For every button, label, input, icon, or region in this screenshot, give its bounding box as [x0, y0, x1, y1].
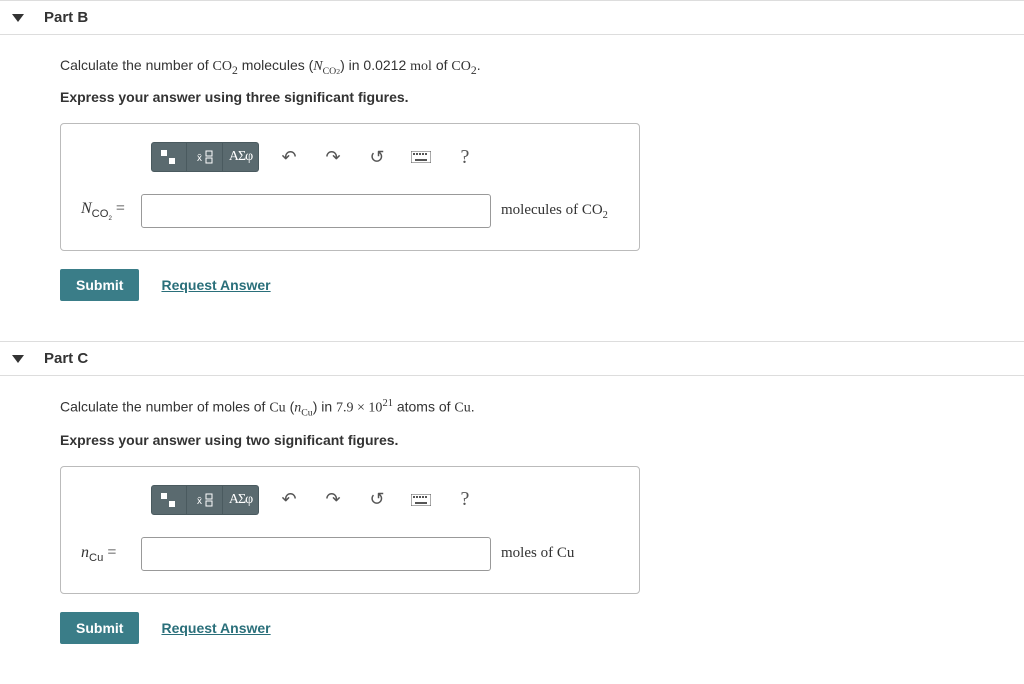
templates-icon[interactable] — [151, 485, 187, 515]
fraction-icon[interactable]: x̄ — [187, 142, 223, 172]
fraction-icon[interactable]: x̄ — [187, 485, 223, 515]
part-b-answer-box: x̄ ΑΣφ ↶ ↷ ↺ ? NCO2 = — [60, 123, 640, 251]
part-b-actions: Submit Request Answer — [60, 269, 964, 301]
part-c-unit-label: moles of Cu — [501, 545, 574, 562]
greek-symbols-button[interactable]: ΑΣφ — [223, 142, 259, 172]
collapse-arrow-icon — [12, 14, 24, 22]
part-c-title: Part C — [44, 350, 88, 367]
part-b-submit-button[interactable]: Submit — [60, 269, 139, 301]
part-b-unit-label: molecules of CO2 — [501, 202, 608, 221]
part-c-actions: Submit Request Answer — [60, 612, 964, 644]
toolbar-format-group: x̄ ΑΣφ — [151, 485, 259, 515]
reset-icon[interactable]: ↺ — [359, 142, 395, 172]
undo-icon[interactable]: ↶ — [271, 142, 307, 172]
keyboard-icon[interactable] — [403, 485, 439, 515]
part-b-toolbar: x̄ ΑΣφ ↶ ↷ ↺ ? — [151, 142, 619, 172]
part-c-section: Part C Calculate the number of moles of … — [0, 341, 1024, 653]
part-c-header[interactable]: Part C — [0, 341, 1024, 376]
part-b-body: Calculate the number of CO2 molecules (N… — [0, 35, 1024, 311]
templates-icon[interactable] — [151, 142, 187, 172]
toolbar-format-group: x̄ ΑΣφ — [151, 142, 259, 172]
part-b-instruction: Express your answer using three signific… — [60, 89, 964, 105]
part-c-instruction: Express your answer using two significan… — [60, 432, 964, 448]
help-icon[interactable]: ? — [447, 485, 483, 515]
part-b-variable-label: NCO2 = — [81, 200, 131, 222]
part-b-title: Part B — [44, 9, 88, 26]
part-b-request-answer-link[interactable]: Request Answer — [161, 277, 270, 293]
svg-text:x̄: x̄ — [197, 153, 202, 164]
part-c-submit-button[interactable]: Submit — [60, 612, 139, 644]
greek-symbols-button[interactable]: ΑΣφ — [223, 485, 259, 515]
svg-text:x̄: x̄ — [197, 496, 202, 507]
help-icon[interactable]: ? — [447, 142, 483, 172]
part-c-body: Calculate the number of moles of Cu (nCu… — [0, 376, 1024, 653]
undo-icon[interactable]: ↶ — [271, 485, 307, 515]
part-c-variable-label: nCu = — [81, 544, 131, 564]
part-c-answer-box: x̄ ΑΣφ ↶ ↷ ↺ ? nCu = — [60, 466, 640, 594]
part-c-request-answer-link[interactable]: Request Answer — [161, 620, 270, 636]
part-c-prompt: Calculate the number of moles of Cu (nCu… — [60, 396, 964, 421]
keyboard-icon[interactable] — [403, 142, 439, 172]
toolbar-action-group: ↶ ↷ ↺ ? — [271, 485, 483, 515]
part-b-section: Part B Calculate the number of CO2 molec… — [0, 0, 1024, 311]
part-b-input-row: NCO2 = molecules of CO2 — [81, 194, 619, 228]
redo-icon[interactable]: ↷ — [315, 142, 351, 172]
redo-icon[interactable]: ↷ — [315, 485, 351, 515]
part-b-answer-input[interactable] — [141, 194, 491, 228]
collapse-arrow-icon — [12, 355, 24, 363]
toolbar-action-group: ↶ ↷ ↺ ? — [271, 142, 483, 172]
part-c-input-row: nCu = moles of Cu — [81, 537, 619, 571]
reset-icon[interactable]: ↺ — [359, 485, 395, 515]
part-b-header[interactable]: Part B — [0, 0, 1024, 35]
part-c-toolbar: x̄ ΑΣφ ↶ ↷ ↺ ? — [151, 485, 619, 515]
part-c-answer-input[interactable] — [141, 537, 491, 571]
part-b-prompt: Calculate the number of CO2 molecules (N… — [60, 55, 964, 79]
